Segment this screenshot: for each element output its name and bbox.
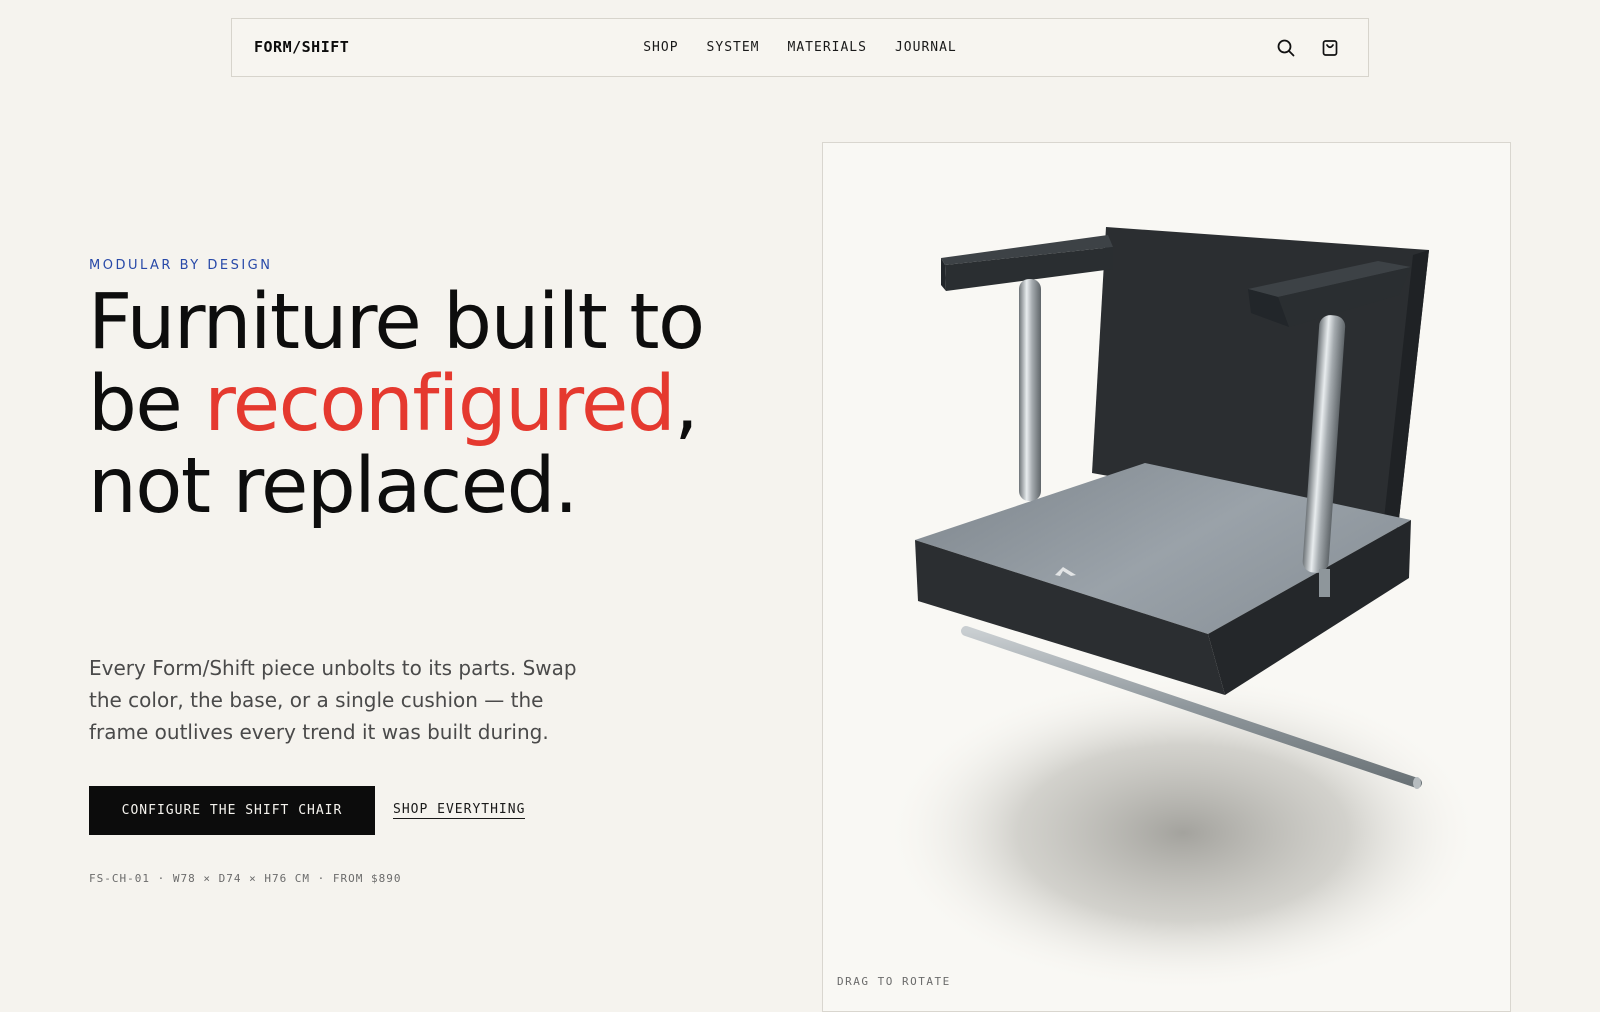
nav-link-journal[interactable]: JOURNAL — [895, 40, 957, 55]
nav-links: SHOP SYSTEM MATERIALS JOURNAL — [232, 40, 1368, 55]
rotate-hint: DRAG TO ROTATE — [837, 975, 951, 988]
cart-icon[interactable] — [1320, 38, 1340, 58]
shop-everything-link[interactable]: SHOP EVERYTHING — [393, 802, 526, 819]
search-icon[interactable] — [1276, 38, 1296, 58]
hero-eyebrow: MODULAR BY DESIGN — [89, 258, 273, 273]
top-nav: FORM/SHIFT SHOP SYSTEM MATERIALS JOURNAL — [231, 18, 1369, 77]
floor-shadow — [883, 673, 1483, 993]
hero-lede: Every Form/Shift piece unbolts to its pa… — [89, 656, 577, 744]
hero-headline: Furniture built to be reconfigured, not … — [88, 282, 808, 528]
nav-link-system[interactable]: SYSTEM — [707, 40, 760, 55]
chair-render — [883, 227, 1483, 993]
nav-link-shop[interactable]: SHOP — [643, 40, 678, 55]
configure-chair-button[interactable]: CONFIGURE THE SHIFT CHAIR — [89, 786, 375, 835]
product-3d-viewer[interactable]: DRAG TO ROTATE — [822, 142, 1511, 1012]
nav-link-materials[interactable]: MATERIALS — [788, 40, 867, 55]
product-specs: FS-CH-01 · W78 × D74 × H76 CM · FROM $89… — [89, 872, 402, 885]
chair-left-arm — [941, 235, 1113, 501]
headline-accent: reconfigured — [204, 360, 675, 449]
